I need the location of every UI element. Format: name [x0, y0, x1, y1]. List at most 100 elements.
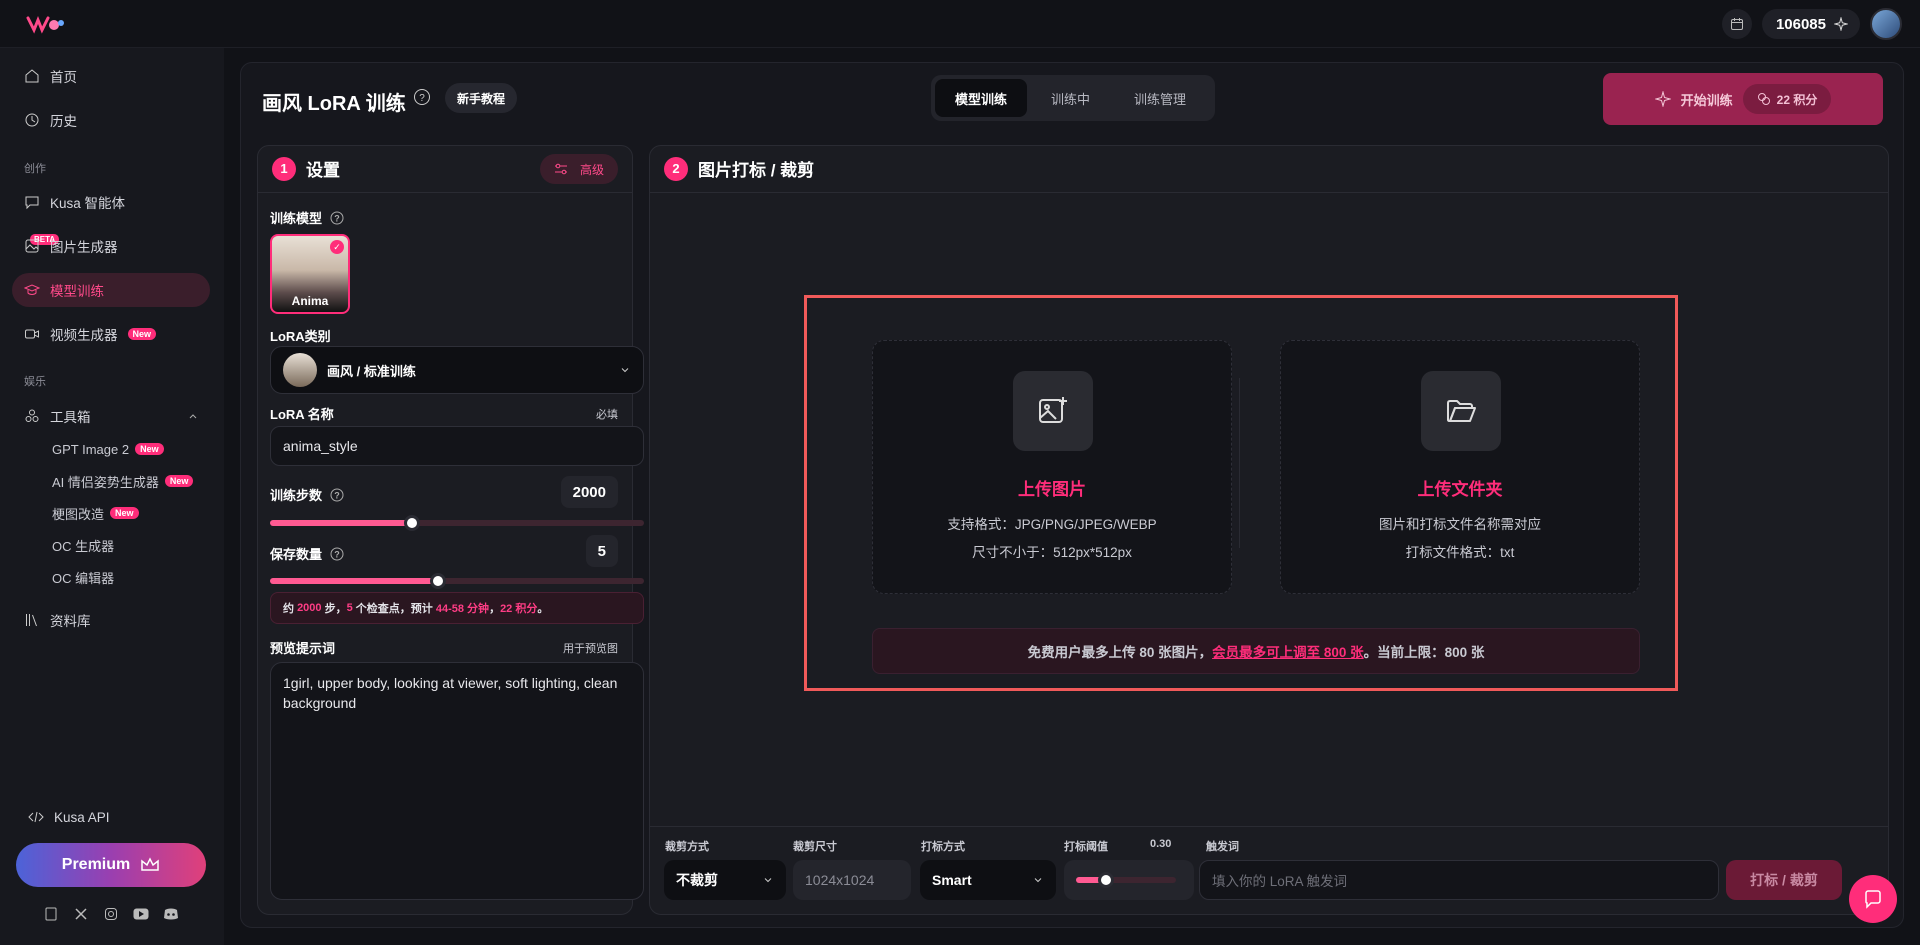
save-slider[interactable] — [270, 573, 644, 589]
info-steps: 2000 — [297, 602, 322, 614]
sidebar-item-model-training[interactable]: 模型训练 — [12, 273, 210, 307]
tab-training[interactable]: 训练中 — [1031, 79, 1110, 117]
slider-handle[interactable] — [1098, 872, 1114, 888]
sparkle-icon — [1834, 17, 1848, 31]
sidebar-item-label: Kusa API — [54, 809, 110, 825]
sidebar-item-toolbox[interactable]: 工具箱 — [12, 399, 210, 433]
lora-type-thumbnail — [283, 353, 317, 387]
upload-folder-title: 上传文件夹 — [1417, 480, 1503, 499]
slider-handle[interactable] — [404, 515, 421, 531]
chevron-down-icon — [764, 878, 772, 883]
sidebar-item-label: 首页 — [50, 70, 77, 85]
avatar[interactable] — [1870, 8, 1902, 40]
sidebar-item-label: 模型训练 — [50, 284, 104, 299]
coins-icon — [1757, 93, 1770, 105]
info-cost: 22 积分 — [500, 603, 538, 615]
tool-meme-remix[interactable]: 梗图改造 New — [52, 501, 139, 525]
tag-crop-button[interactable]: 打标 / 裁剪 — [1726, 860, 1842, 900]
tool-oc-editor[interactable]: OC 编辑器 — [52, 565, 114, 589]
info-text: 约 — [283, 603, 298, 615]
crop-mode-select[interactable]: 不裁剪 — [664, 860, 786, 900]
graduation-cap-icon — [24, 284, 40, 295]
upload-images-card[interactable]: 上传图片 支持格式：JPG/PNG/JPEG/WEBP 尺寸不小于：512px*… — [872, 340, 1232, 594]
step-number: 2 — [664, 156, 688, 181]
sidebar-item-api[interactable]: Kusa API — [16, 800, 214, 834]
instagram-icon[interactable] — [102, 905, 120, 923]
premium-label: Premium — [61, 856, 131, 873]
save-value[interactable]: 5 — [585, 535, 618, 567]
tutorial-button[interactable]: 新手教程 — [445, 83, 518, 113]
premium-button[interactable]: Premium — [16, 843, 206, 887]
upload-panel: 2 图片打标 / 裁剪 上传图片 支持格式：JPG/PNG/JPEG/WEBP … — [649, 145, 1889, 915]
sidebar-item-history[interactable]: 历史 — [12, 103, 210, 137]
info-text: ， — [489, 603, 501, 615]
advanced-button[interactable]: 高级 — [539, 154, 618, 184]
help-icon[interactable]: ? — [330, 547, 344, 561]
slider-handle[interactable] — [430, 573, 447, 589]
sidebar-item-video-generator[interactable]: 视频生成器 New — [12, 317, 210, 351]
tool-gpt-image[interactable]: GPT Image 2 New — [52, 437, 164, 461]
calendar-icon[interactable] — [1721, 9, 1752, 39]
new-badge: New — [127, 328, 157, 340]
sidebar-item-image-generator[interactable]: 图片生成器 — [12, 229, 210, 263]
threshold-slider[interactable] — [1076, 872, 1176, 888]
sidebar-item-label: 工具箱 — [50, 410, 91, 425]
tab-training-management[interactable]: 训练管理 — [1114, 79, 1206, 117]
model-label: 训练模型 — [270, 211, 323, 226]
sidebar-item-agent[interactable]: Kusa 智能体 — [12, 185, 210, 219]
help-icon[interactable]: ? — [413, 88, 431, 106]
crop-size-input[interactable]: 1024x1024 — [793, 860, 911, 900]
kusa-logo[interactable] — [26, 14, 66, 34]
steps-value[interactable]: 2000 — [560, 476, 618, 508]
prompt-label: 预览提示词 — [270, 641, 336, 656]
sidebar-item-library[interactable]: 资料库 — [12, 603, 210, 637]
upload-highlight-box: 上传图片 支持格式：JPG/PNG/JPEG/WEBP 尺寸不小于：512px*… — [804, 295, 1678, 691]
book-icon[interactable] — [42, 905, 60, 923]
svg-text:?: ? — [419, 93, 425, 104]
divider — [650, 826, 1888, 827]
preview-prompt-textarea[interactable]: 1girl, upper body, looking at viewer, so… — [270, 662, 644, 900]
model-card-anima[interactable]: ✓ Anima — [270, 234, 350, 314]
trigger-word-input[interactable]: 填入你的 LoRA 触发词 — [1199, 860, 1719, 900]
toolbox-icon — [25, 409, 39, 422]
image-icon — [25, 239, 39, 253]
upload-folder-naming: 图片和打标文件名称需对应 — [1379, 517, 1541, 532]
limit-text: 。当前上限：800 张 — [1363, 645, 1485, 660]
credits-value: 106085 — [1775, 15, 1826, 33]
tag-mode-label: 打标方式 — [921, 841, 965, 853]
steps-slider[interactable] — [270, 515, 644, 531]
tag-mode-select[interactable]: Smart — [920, 860, 1056, 900]
sidebar: 首页 历史 创作 BETA Kusa 智能体 图片生成器 模型训练 视频生成器 … — [0, 48, 224, 945]
limit-text: 免费用户最多上传 80 张图片， — [1027, 645, 1213, 660]
chevron-up-icon[interactable] — [188, 411, 198, 421]
check-icon: ✓ — [330, 240, 344, 254]
youtube-icon[interactable] — [132, 905, 150, 923]
lora-type-select[interactable]: 画风 / 标准训练 — [270, 346, 644, 394]
settings-header: 1 设置 — [272, 156, 340, 181]
tool-oc-generator[interactable]: OC 生成器 — [52, 533, 114, 557]
x-icon[interactable] — [72, 905, 90, 923]
divider — [258, 192, 632, 193]
settings-panel: 1 设置 高级 训练模型 ? ✓ Anima LoRA类别 画风 / 标准训练 … — [257, 145, 644, 915]
start-training-button[interactable]: 开始训练 22 积分 — [1603, 73, 1883, 125]
sidebar-item-home[interactable]: 首页 — [12, 59, 210, 93]
info-text: 。 — [537, 603, 549, 615]
lora-name-label: LoRA 名称 — [270, 407, 334, 422]
svg-text:?: ? — [334, 549, 340, 559]
chat-support-button[interactable] — [1849, 875, 1897, 923]
tool-couple-pose[interactable]: AI 情侣姿势生成器 New — [52, 469, 194, 493]
membership-link[interactable]: 会员最多可上调至 800 张 — [1212, 641, 1364, 661]
steps-label-row: 训练步数 ? — [270, 485, 344, 504]
help-icon[interactable]: ? — [330, 211, 344, 225]
section-create: 创作 — [24, 163, 46, 175]
tab-model-training[interactable]: 模型训练 — [935, 79, 1028, 117]
tool-label: OC 编辑器 — [52, 570, 115, 586]
advanced-label: 高级 — [579, 162, 604, 177]
divider — [650, 192, 1888, 193]
lora-name-input[interactable]: anima_style — [270, 426, 644, 466]
upload-folder-card[interactable]: 上传文件夹 图片和打标文件名称需对应 打标文件格式：txt — [1280, 340, 1640, 594]
save-label-row: 保存数量 ? — [270, 544, 344, 563]
help-icon[interactable]: ? — [330, 488, 344, 502]
discord-icon[interactable] — [162, 905, 180, 923]
credits-balance[interactable]: 106085 — [1761, 9, 1860, 39]
